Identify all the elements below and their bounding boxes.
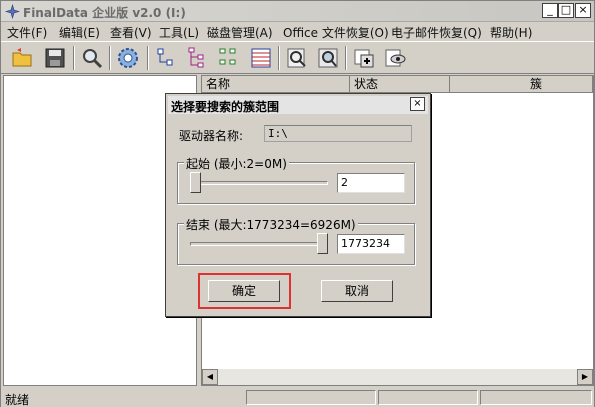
save-disk-icon[interactable]	[42, 45, 68, 71]
highlight-box	[198, 273, 291, 309]
cancel-button[interactable]: 取消	[321, 280, 393, 302]
dialog-close-button[interactable]: ×	[410, 97, 425, 111]
start-cluster-group: 起始 (最小:2=0M) 2	[177, 155, 415, 204]
close-button[interactable]: ×	[575, 3, 591, 18]
scroll-left-button[interactable]: ◀	[202, 369, 218, 385]
status-bar: 就绪	[1, 388, 594, 407]
open-folder-icon[interactable]	[10, 45, 36, 71]
tree-view-green-icon[interactable]	[216, 45, 242, 71]
window-title: FinalData 企业版 v2.0 (I:)	[23, 6, 186, 20]
settings-gear-icon[interactable]	[115, 45, 141, 71]
end-group-label: 结束 (最大:1773234=6926M)	[184, 216, 358, 233]
find-sector-icon[interactable]	[315, 45, 341, 71]
column-header-name[interactable]: 名称	[202, 76, 350, 93]
tree-view-large-icon[interactable]	[185, 45, 211, 71]
column-header-cluster[interactable]: 簇	[450, 76, 593, 93]
toolbar-separator	[345, 46, 347, 70]
preview-icon[interactable]	[382, 45, 408, 71]
dialog-title-bar: 选择要搜索的簇范围 ×	[168, 96, 428, 114]
toolbar-separator	[278, 46, 280, 70]
toolbar	[1, 41, 594, 74]
status-cell	[246, 390, 376, 405]
app-window: FinalData 企业版 v2.0 (I:) _ □ × 文件(F) 编辑(E…	[0, 0, 595, 407]
toolbar-separator	[147, 46, 149, 70]
cluster-range-dialog: 选择要搜索的簇范围 × 驱动器名称: I:\ 起始 (最小:2=0M) 2 结束…	[165, 93, 431, 317]
find-file-icon[interactable]	[284, 45, 310, 71]
grid-list-icon[interactable]	[248, 45, 274, 71]
toolbar-separator	[109, 46, 111, 70]
start-slider-thumb[interactable]	[190, 172, 201, 193]
end-cluster-group: 结束 (最大:1773234=6926M) 1773234	[177, 216, 415, 265]
start-slider-track[interactable]	[190, 181, 328, 185]
status-cell	[378, 390, 478, 405]
app-logo-icon	[5, 4, 20, 19]
menu-edit[interactable]: 编辑(E)	[59, 24, 100, 41]
menu-bar: 文件(F) 编辑(E) 查看(V) 工具(L) 磁盘管理(A) Office 文…	[1, 22, 594, 41]
search-icon[interactable]	[79, 45, 105, 71]
horizontal-scrollbar[interactable]: ◀ ▶	[202, 369, 593, 385]
drive-name-label: 驱动器名称:	[179, 129, 244, 143]
menu-email-recovery[interactable]: 电子邮件恢复(Q)	[391, 24, 482, 41]
menu-file[interactable]: 文件(F)	[7, 24, 47, 41]
end-slider-thumb[interactable]	[317, 233, 328, 254]
minimize-button[interactable]: _	[542, 3, 558, 18]
menu-disk-management[interactable]: 磁盘管理(A)	[207, 24, 273, 41]
scroll-right-button[interactable]: ▶	[577, 369, 593, 385]
title-bar: FinalData 企业版 v2.0 (I:) _ □ ×	[1, 1, 594, 22]
menu-tools[interactable]: 工具(L)	[159, 24, 199, 41]
status-cell	[480, 390, 592, 405]
column-header-status[interactable]: 状态	[350, 76, 450, 93]
add-window-icon[interactable]	[351, 45, 377, 71]
drive-name-field: I:\	[264, 125, 412, 142]
end-cluster-input[interactable]: 1773234	[337, 234, 405, 254]
start-group-label: 起始 (最小:2=0M)	[184, 155, 289, 172]
menu-help[interactable]: 帮助(H)	[490, 24, 532, 41]
menu-office-recovery[interactable]: Office 文件恢复(O)	[283, 24, 389, 41]
menu-view[interactable]: 查看(V)	[110, 24, 152, 41]
tree-view-small-icon[interactable]	[153, 45, 179, 71]
toolbar-separator	[73, 46, 75, 70]
end-slider-track[interactable]	[190, 242, 328, 246]
dialog-title: 选择要搜索的簇范围	[171, 100, 280, 114]
start-cluster-input[interactable]: 2	[337, 173, 405, 193]
status-text: 就绪	[5, 393, 30, 407]
maximize-button[interactable]: □	[558, 3, 574, 18]
